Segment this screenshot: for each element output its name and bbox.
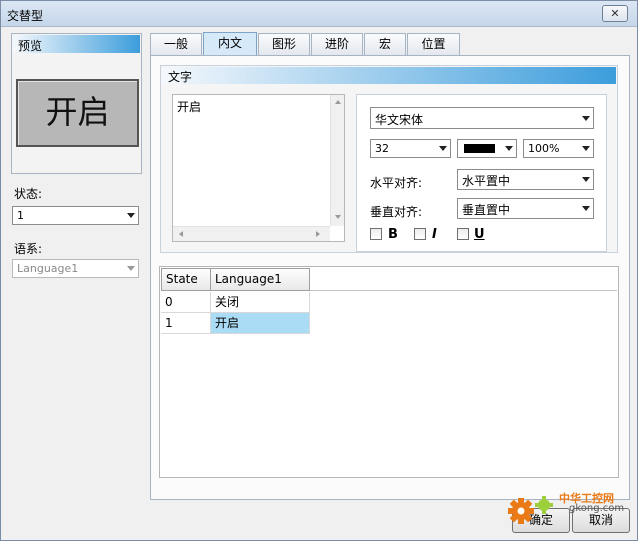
tab-text[interactable]: 内文 bbox=[203, 32, 257, 56]
font-settings-panel: 华文宋体 32 100% 水平对齐: 水平置中 垂直对齐: 垂直置中 B I U bbox=[356, 94, 607, 252]
scroll-left-icon[interactable] bbox=[179, 231, 183, 237]
underline-checkbox[interactable] bbox=[457, 228, 469, 240]
text-color-select[interactable] bbox=[457, 139, 517, 158]
bold-checkbox[interactable] bbox=[370, 228, 382, 240]
tab-position[interactable]: 位置 bbox=[407, 33, 460, 55]
font-name-value: 华文宋体 bbox=[375, 113, 424, 127]
watermark-url: gkong.com bbox=[569, 503, 625, 514]
column-header-language[interactable]: Language1 bbox=[210, 268, 310, 291]
text-content-input[interactable]: 开启 bbox=[172, 94, 345, 242]
chevron-down-icon bbox=[582, 206, 590, 211]
preview-panel: 预览 开启 bbox=[11, 33, 142, 174]
tab-advanced[interactable]: 进阶 bbox=[311, 33, 363, 55]
header-filler bbox=[310, 268, 617, 291]
table-cell[interactable]: 1 bbox=[161, 313, 211, 334]
tab-macro[interactable]: 宏 bbox=[364, 33, 406, 55]
chevron-down-icon bbox=[127, 266, 135, 271]
chevron-down-icon bbox=[582, 116, 590, 121]
tab-label: 一般 bbox=[163, 37, 188, 51]
vertical-scrollbar[interactable] bbox=[330, 95, 344, 226]
table-cell[interactable]: 关闭 bbox=[211, 292, 310, 313]
scroll-right-icon[interactable] bbox=[316, 231, 320, 237]
italic-label: I bbox=[432, 227, 437, 242]
h-align-value: 水平置中 bbox=[462, 174, 511, 188]
state-select[interactable]: 1 bbox=[12, 206, 139, 225]
watermark-logo: 中华工控网 gkong.com bbox=[503, 487, 633, 534]
underline-label: U bbox=[474, 227, 485, 242]
table-cell-selected[interactable]: 开启 bbox=[211, 313, 310, 334]
dialog-window: 交替型 ✕ 预览 开启 状态: 1 语系: Language1 一般 内文 图形… bbox=[0, 0, 638, 541]
preview-button: 开启 bbox=[16, 79, 139, 147]
tab-label: 位置 bbox=[421, 37, 446, 51]
text-group: 文字 开启 华文宋体 32 100% 水平对齐: 水平置中 垂直对齐: 垂直置中… bbox=[160, 65, 618, 253]
tab-label: 图形 bbox=[271, 37, 296, 51]
tab-panel-text: 文字 开启 华文宋体 32 100% 水平对齐: 水平置中 垂直对齐: 垂直置中… bbox=[150, 55, 630, 500]
preview-header: 预览 bbox=[13, 35, 140, 53]
chevron-down-icon bbox=[127, 213, 135, 218]
scroll-up-icon[interactable] bbox=[335, 100, 341, 104]
chevron-down-icon bbox=[582, 146, 590, 151]
text-content: 开启 bbox=[177, 100, 202, 114]
bold-label: B bbox=[388, 227, 398, 242]
v-align-label: 垂直对齐: bbox=[370, 205, 423, 219]
tab-graphic[interactable]: 图形 bbox=[258, 33, 310, 55]
state-value: 1 bbox=[17, 209, 24, 222]
color-swatch bbox=[464, 144, 495, 153]
title-bar: 交替型 ✕ bbox=[1, 1, 637, 27]
h-align-select[interactable]: 水平置中 bbox=[457, 169, 594, 190]
window-title: 交替型 bbox=[7, 9, 44, 23]
tab-label: 宏 bbox=[378, 37, 391, 51]
chevron-down-icon bbox=[582, 177, 590, 182]
horizontal-scrollbar[interactable] bbox=[173, 226, 330, 241]
state-label: 状态: bbox=[14, 187, 43, 201]
chevron-down-icon bbox=[505, 146, 513, 151]
preview-title: 预览 bbox=[18, 39, 43, 53]
tab-label: 内文 bbox=[217, 36, 242, 50]
close-icon: ✕ bbox=[610, 7, 620, 20]
italic-checkbox[interactable] bbox=[414, 228, 426, 240]
scroll-down-icon[interactable] bbox=[335, 215, 341, 219]
language-label: 语系: bbox=[14, 242, 43, 256]
close-button[interactable]: ✕ bbox=[602, 5, 628, 22]
font-name-select[interactable]: 华文宋体 bbox=[370, 107, 594, 129]
chevron-down-icon bbox=[439, 146, 447, 151]
tab-label: 进阶 bbox=[324, 37, 349, 51]
tab-general[interactable]: 一般 bbox=[150, 33, 202, 55]
v-align-value: 垂直置中 bbox=[462, 203, 511, 217]
language-select: Language1 bbox=[12, 259, 139, 278]
text-group-title: 文字 bbox=[168, 70, 193, 84]
language-table: State Language1 0 关闭 1 开启 bbox=[159, 266, 619, 478]
language-value: Language1 bbox=[17, 262, 79, 275]
h-align-label: 水平对齐: bbox=[370, 176, 423, 190]
table-cell[interactable]: 0 bbox=[161, 292, 211, 313]
opacity-select[interactable]: 100% bbox=[523, 139, 594, 158]
text-group-header: 文字 bbox=[162, 67, 616, 84]
column-header-state[interactable]: State bbox=[161, 268, 211, 291]
opacity-value: 100% bbox=[528, 142, 560, 155]
font-size-select[interactable]: 32 bbox=[370, 139, 451, 158]
font-size-value: 32 bbox=[375, 142, 389, 155]
v-align-select[interactable]: 垂直置中 bbox=[457, 198, 594, 219]
